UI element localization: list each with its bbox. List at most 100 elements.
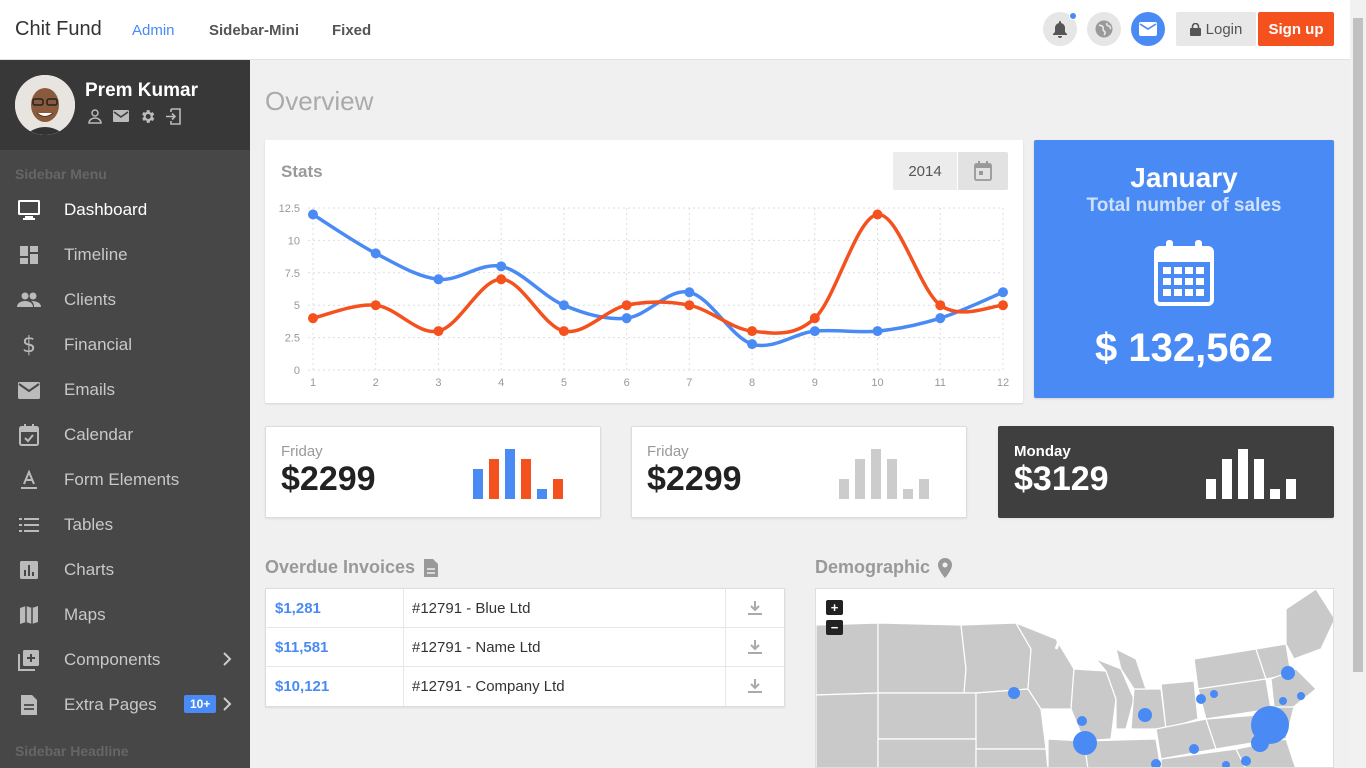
- data-point: [308, 313, 318, 324]
- list-icon: [17, 513, 41, 537]
- data-point: [872, 326, 883, 337]
- mini-bar: [1206, 479, 1216, 499]
- scrollbar-thumb[interactable]: [1353, 18, 1363, 672]
- mini-bar: [855, 459, 865, 499]
- us-map[interactable]: [816, 589, 1334, 768]
- overdue-invoices-title: Overdue Invoices: [265, 557, 439, 578]
- page-scrollbar[interactable]: [1350, 0, 1366, 768]
- mini-bar: [1222, 459, 1232, 499]
- page-title: Overview: [265, 86, 374, 116]
- sidebar-item-label: Extra Pages: [64, 695, 157, 714]
- sidebar-item-label: Maps: [64, 605, 106, 624]
- calendar-check-icon: [17, 423, 41, 447]
- sidebar-item-maps[interactable]: Maps: [0, 592, 250, 637]
- people-icon: [17, 288, 41, 312]
- sidebar-item-label: Components: [64, 650, 161, 669]
- bell-icon: [1053, 21, 1067, 38]
- x-tick-label: 5: [561, 377, 567, 389]
- sidebar-item-emails[interactable]: Emails: [0, 367, 250, 412]
- signup-button[interactable]: Sign up: [1258, 12, 1334, 46]
- data-point: [621, 300, 632, 311]
- x-tick-label: 10: [871, 377, 883, 389]
- mail-icon: [17, 378, 41, 402]
- sidebar-item-label: Dashboard: [64, 200, 148, 219]
- sidebar-item-label: Financial: [64, 335, 133, 354]
- x-tick-label: 7: [686, 377, 692, 389]
- sidebar-item-clients[interactable]: Clients: [0, 277, 250, 322]
- sidebar-item-dashboard[interactable]: Dashboard: [0, 187, 250, 232]
- sidebar-item-calendar[interactable]: Calendar: [0, 412, 250, 457]
- zoom-out-button[interactable]: −: [826, 620, 843, 635]
- download-icon[interactable]: [747, 600, 763, 616]
- brand-title[interactable]: Chit Fund: [15, 18, 102, 41]
- x-tick-label: 3: [435, 377, 441, 389]
- mini-card-day: Monday: [1014, 443, 1071, 460]
- y-tick-label: 5: [294, 300, 300, 312]
- profile-name: Prem Kumar: [85, 80, 198, 101]
- profile-actions: [87, 108, 182, 125]
- mini-bar: [839, 479, 849, 499]
- mini-card-day: Friday: [281, 443, 323, 460]
- language-button[interactable]: [1087, 12, 1121, 46]
- table-row: $10,121 #12791 - Company Ltd: [266, 667, 784, 706]
- sidebar-item-financial[interactable]: $ Financial: [0, 322, 250, 367]
- sidebar-item-label: Timeline: [64, 245, 128, 264]
- demographic-map[interactable]: + −: [815, 588, 1334, 768]
- nav-link-fixed[interactable]: Fixed: [332, 22, 371, 39]
- mini-bar: [871, 449, 881, 499]
- table-row: $11,581 #12791 - Name Ltd: [266, 628, 784, 667]
- data-point: [496, 274, 507, 285]
- notifications-button[interactable]: [1043, 12, 1077, 46]
- y-tick-label: 12.5: [279, 203, 300, 215]
- y-tick-label: 10: [288, 235, 300, 247]
- zoom-in-button[interactable]: +: [826, 600, 843, 615]
- login-button[interactable]: Login: [1176, 12, 1256, 46]
- data-point: [558, 326, 569, 337]
- nav-link-sidebar-mini[interactable]: Sidebar-Mini: [209, 22, 299, 39]
- user-icon[interactable]: [87, 108, 103, 124]
- data-point: [308, 209, 318, 220]
- sidebar-item-extra-pages[interactable]: Extra Pages 10+: [0, 682, 250, 727]
- document-icon: [17, 693, 41, 717]
- extra-pages-badge: 10+: [184, 695, 217, 713]
- gear-icon[interactable]: [139, 108, 156, 125]
- invoice-amount[interactable]: $1,281: [275, 600, 321, 617]
- sales-subtitle: Total number of sales: [1086, 195, 1282, 216]
- sidebar: Prem Kumar Sidebar Menu Dashboard Timeli…: [0, 60, 250, 768]
- mini-bar: [887, 459, 897, 499]
- download-icon[interactable]: [747, 639, 763, 655]
- data-point: [433, 326, 444, 337]
- data-point: [558, 300, 569, 311]
- data-point: [809, 313, 820, 324]
- stats-card: Stats 2014 0 2.5 5 7.5 10 12.5 1 2 3 4 5 6 7 8 9 10 11 12: [265, 140, 1023, 403]
- chevron-right-icon: [223, 697, 232, 711]
- monitor-icon: [17, 198, 41, 222]
- mini-card-amount: $2299: [647, 460, 742, 498]
- download-icon[interactable]: [747, 678, 763, 694]
- sidebar-item-timeline[interactable]: Timeline: [0, 232, 250, 277]
- sidebar-item-tables[interactable]: Tables: [0, 502, 250, 547]
- mini-bar: [903, 489, 913, 499]
- login-label: Login: [1205, 20, 1243, 38]
- invoice-amount[interactable]: $10,121: [275, 678, 329, 695]
- x-tick-label: 11: [935, 377, 946, 389]
- nav-link-admin[interactable]: Admin: [132, 22, 175, 39]
- sidebar-item-label: Form Elements: [64, 470, 180, 489]
- sidebar-menu-heading: Sidebar Menu: [15, 166, 107, 182]
- sidebar-item-charts[interactable]: Charts: [0, 547, 250, 592]
- invoice-amount[interactable]: $11,581: [275, 639, 328, 656]
- sales-amount: $ 132,562: [1095, 326, 1273, 370]
- x-tick-label: 1: [310, 377, 316, 389]
- document-icon: [424, 558, 439, 577]
- sidebar-item-components[interactable]: Components: [0, 637, 250, 682]
- logout-icon[interactable]: [165, 108, 182, 125]
- sidebar-item-form-elements[interactable]: Form Elements: [0, 457, 250, 502]
- messages-button[interactable]: [1131, 12, 1165, 46]
- avatar[interactable]: [15, 75, 75, 135]
- invoice-name: #12791 - Company Ltd: [412, 678, 565, 695]
- data-point: [935, 300, 946, 311]
- section-title-text: Demographic: [815, 557, 931, 577]
- mini-bar: [537, 489, 547, 499]
- mail-icon[interactable]: [112, 108, 130, 124]
- top-navbar: Chit Fund Admin Sidebar-Mini Fixed Login…: [0, 0, 1350, 60]
